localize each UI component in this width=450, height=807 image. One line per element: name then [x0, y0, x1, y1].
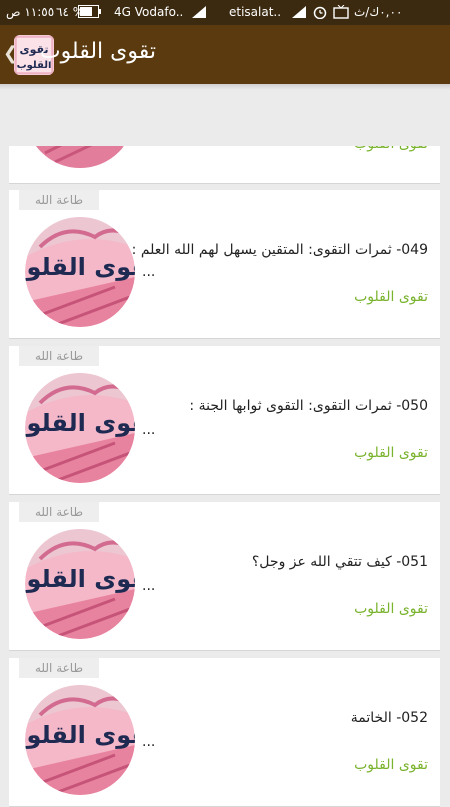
- article-source: تقوى القلوب: [354, 146, 428, 152]
- article-source: تقوى القلوب: [354, 757, 428, 773]
- thumbnail-title-3: تقوى القلوب: [25, 565, 135, 593]
- article-thumbnail: تقوى القلوب: [25, 529, 135, 639]
- article-title: 050- ثمرات التقوى: التقوى ثوابها الجنة :: [189, 398, 428, 414]
- category-badge: طاعة الله: [19, 502, 99, 522]
- article-thumbnail: تقوى القلوب: [25, 685, 135, 795]
- list-item[interactable]: طاعة الله تقوى القلوب 050- ثمرات التقوى:…: [9, 346, 440, 495]
- category-badge: طاعة الله: [19, 346, 99, 366]
- article-source: تقوى القلوب: [354, 601, 428, 617]
- article-ellipsis: ...: [142, 264, 156, 280]
- article-thumbnail: تقوى القلوب: [25, 373, 135, 483]
- status-bar: ١١:٥٥ ص ٦٤ % 4G Vodafo.. etisalat.. ٠,٠٠…: [0, 0, 450, 25]
- article-title: 049- ثمرات التقوى: المتقين يسهل لهم الله…: [131, 242, 428, 258]
- app-bar-shadow: [0, 84, 450, 90]
- category-badge: طاعة الله: [19, 658, 99, 678]
- app-bar: ❮ تقوى القلوب تقوى القلوب: [0, 25, 450, 84]
- thumbnail-title-2: تقوى القلوب: [25, 409, 135, 437]
- list-item[interactable]: طاعة الله تقوى القلوب 051- كيف تتقي الله…: [9, 502, 440, 651]
- battery-icon: [78, 5, 101, 18]
- article-thumbnail: [25, 146, 135, 168]
- status-time: ١١:٥٥ ص: [6, 5, 55, 19]
- net-speed: ٠,٠٠ك/ث: [354, 5, 403, 19]
- tv-icon: [333, 5, 349, 19]
- list-item-partial[interactable]: تقوى القلوب: [9, 146, 440, 184]
- carrier-2: etisalat..: [229, 5, 282, 19]
- article-title: 052- الخاتمة: [350, 710, 428, 726]
- list-item[interactable]: طاعة الله تقوى القلوب 049- ثمرات التقوى:…: [9, 190, 440, 339]
- list-item[interactable]: طاعة الله تقوى القلوب 052- الخاتمة ... ت…: [9, 658, 440, 807]
- article-ellipsis: ...: [142, 734, 156, 750]
- page-title: تقوى القلوب: [39, 39, 156, 64]
- signal-icon: [192, 6, 206, 18]
- signal-icon: [292, 6, 306, 18]
- thumbnail-title-4: تقوى القلوب: [25, 721, 135, 749]
- thumbnail-title-1: تقوى القلوب: [25, 253, 135, 281]
- alarm-icon: [313, 6, 327, 19]
- article-source: تقوى القلوب: [354, 289, 428, 305]
- carrier-1: 4G Vodafo..: [114, 5, 184, 19]
- article-thumbnail: تقوى القلوب: [25, 217, 135, 327]
- article-ellipsis: ...: [142, 578, 156, 594]
- article-title: 051- كيف تتقي الله عز وجل؟: [251, 554, 428, 570]
- category-badge: طاعة الله: [19, 190, 99, 210]
- article-source: تقوى القلوب: [354, 445, 428, 461]
- article-ellipsis: ...: [142, 422, 156, 438]
